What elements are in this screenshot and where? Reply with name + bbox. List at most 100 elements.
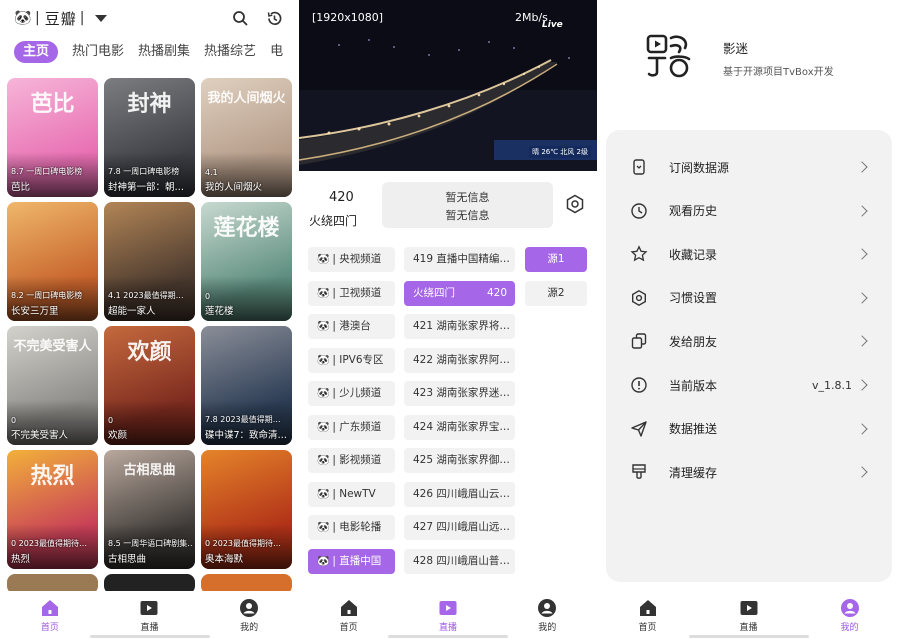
settings-item[interactable]: 收藏记录 <box>606 239 892 269</box>
nav-item-2[interactable]: 我的 <box>219 598 279 633</box>
poster-card[interactable]: 4.1 2023最值得期… 超能一家人 <box>104 202 195 321</box>
home-header: 🐼 | 豆瓣 | <box>14 6 283 30</box>
tab-3[interactable]: 热播综艺 <box>204 41 256 63</box>
tab-4[interactable]: 电 <box>270 41 283 63</box>
poster-card[interactable]: 芭比 8.7 一周口碑电影榜 芭比 <box>7 78 98 197</box>
nav-label: 首页 <box>339 622 358 633</box>
poster-card[interactable]: 古相思曲 8.5 一周华语口碑剧集… 古相思曲 <box>104 450 195 569</box>
settings-icon[interactable] <box>565 194 585 218</box>
poster-card[interactable]: 封神 7.8 一周口碑电影榜 封神第一部：朝… <box>104 78 195 197</box>
channel-item[interactable]: 427 四川峨眉山远… <box>404 515 515 540</box>
bottom-nav: 首页 直播 我的 <box>0 591 299 639</box>
group-item[interactable]: 🐼 | IPV6专区 <box>308 347 395 373</box>
hexagon-settings-icon <box>630 289 648 307</box>
poster-card[interactable]: 0 2023最值得期待… 奥本海默 <box>201 450 292 569</box>
epg-line: 暂无信息 <box>445 209 490 222</box>
chevron-right-icon <box>856 292 868 304</box>
nav-item-2[interactable]: 我的 <box>517 598 577 633</box>
app-logo-icon <box>646 34 691 78</box>
source-name[interactable]: 豆瓣 <box>45 8 77 29</box>
poster-grid: 芭比 8.7 一周口碑电影榜 芭比 封神 7.8 一周口碑电影榜 封神第一部：朝… 我的人间… <box>7 78 295 594</box>
star-icon <box>630 245 648 263</box>
separator: | <box>329 420 340 433</box>
nav-item-1[interactable]: 直播 <box>719 598 779 633</box>
poster-card[interactable]: 我的人间烟火 4.1 我的人间烟火 <box>201 78 292 197</box>
poster-card[interactable]: 8.2 一周口碑电影榜 长安三万里 <box>7 202 98 321</box>
group-item[interactable]: 🐼 | NewTV <box>308 481 395 507</box>
nav-label: 直播 <box>739 622 758 633</box>
settings-item[interactable]: 当前版本 v_1.8.1 <box>606 370 892 400</box>
poster-card[interactable]: 不完美受害人 0 不完美受害人 <box>7 326 98 445</box>
source-button[interactable]: 源1 <box>525 247 587 272</box>
weather-caption: 晴 26℃ 北风 2级 <box>529 146 591 158</box>
panda-icon: 🐼 <box>317 354 330 366</box>
channel-item[interactable]: 424 湖南张家界宝… <box>404 414 515 440</box>
tab-0[interactable]: 主页 <box>14 41 59 63</box>
video-player[interactable]: [1920x1080] 2Mb/s Live 晴 26℃ 北风 2级 <box>299 0 597 171</box>
channel-item[interactable]: 419 直播中国精编… <box>404 247 515 272</box>
settings-item[interactable]: 观看历史 <box>606 196 892 226</box>
separator: | <box>329 353 340 366</box>
app-name: 影迷 <box>723 41 749 56</box>
group-item[interactable]: 🐼 | 港澳台 <box>308 314 395 339</box>
channel-label: 428 四川峨眉山普… <box>413 554 510 567</box>
settings-item[interactable]: 清理缓存 <box>606 457 892 487</box>
group-item[interactable]: 🐼 | 直播中国 <box>308 548 395 574</box>
poster-card[interactable]: 欢颜 0 欢颜 <box>104 326 195 445</box>
tab-1[interactable]: 热门电影 <box>72 41 124 63</box>
poster-card[interactable]: 莲花楼 0 莲花楼 <box>201 202 292 321</box>
group-item[interactable]: 🐼 | 卫视频道 <box>308 280 395 306</box>
panda-icon: 🐼 <box>317 321 330 332</box>
group-item[interactable]: 🐼 | 少儿频道 <box>308 381 395 406</box>
channel-item[interactable]: 423 湖南张家界迷… <box>404 381 515 406</box>
source-button[interactable]: 源2 <box>525 280 587 306</box>
nav-item-1[interactable]: 直播 <box>418 598 478 633</box>
channel-item[interactable]: 426 四川峨眉山云… <box>404 481 515 507</box>
history-icon[interactable] <box>265 9 283 27</box>
group-label: 影视频道 <box>339 454 382 466</box>
poster-title: 我的人间烟火 <box>205 182 263 193</box>
settings-item[interactable]: 数据推送 <box>606 414 892 444</box>
poster-title: 莲花楼 <box>205 306 234 317</box>
channel-item[interactable]: 421 湖南张家界将… <box>404 314 515 339</box>
poster-title: 长安三万里 <box>11 306 59 317</box>
chevron-down-icon[interactable] <box>95 14 108 22</box>
search-icon[interactable] <box>231 9 249 27</box>
channel-item[interactable]: 425 湖南张家界御… <box>404 448 515 473</box>
nav-item-0[interactable]: 首页 <box>20 598 80 633</box>
nav-item-0[interactable]: 首页 <box>618 598 678 633</box>
settings-item[interactable]: 发给朋友 <box>606 326 892 356</box>
nav-item-2[interactable]: 我的 <box>820 598 880 633</box>
group-item[interactable]: 🐼 | 央视频道 <box>308 247 395 272</box>
poster-title: 奥本海默 <box>205 554 244 565</box>
group-label: 广东频道 <box>339 420 382 433</box>
subscription-icon <box>630 158 648 176</box>
group-item[interactable]: 🐼 | 影视频道 <box>308 448 395 473</box>
separator: | <box>329 554 340 567</box>
settings-item[interactable]: 习惯设置 <box>606 283 892 313</box>
nav-item-0[interactable]: 首页 <box>319 598 379 633</box>
info-icon <box>630 376 648 394</box>
poster-card[interactable]: 7.8 2023最值得期… 碟中谍7：致命清… <box>201 326 292 445</box>
settings-item[interactable]: 订阅数据源 <box>606 152 892 182</box>
chevron-right-icon <box>856 335 868 348</box>
chevron-right-icon <box>856 248 868 260</box>
poster-card[interactable]: 热烈 0 2023最值得期待… 热烈 <box>7 450 98 569</box>
channel-label: 419 直播中国精编… <box>413 253 510 265</box>
group-item[interactable]: 🐼 | 广东频道 <box>308 414 395 440</box>
group-item[interactable]: 🐼 | 电影轮播 <box>308 515 395 540</box>
panda-icon: 🐼 <box>14 10 32 26</box>
nav-label: 我的 <box>840 622 859 633</box>
send-icon <box>630 420 648 438</box>
separator: | <box>329 387 340 399</box>
tab-2[interactable]: 热播剧集 <box>138 41 190 63</box>
channel-item[interactable]: 422 湖南张家界阿… <box>404 347 515 373</box>
group-label: 央视频道 <box>339 253 382 265</box>
group-label: 直播中国 <box>339 554 382 567</box>
group-label: 卫视频道 <box>339 286 382 299</box>
channel-item[interactable]: 428 四川峨眉山普… <box>404 548 515 574</box>
group-label: 少儿频道 <box>339 387 382 399</box>
nav-item-1[interactable]: 直播 <box>119 598 179 633</box>
play-icon <box>740 600 757 615</box>
channel-item[interactable]: 火绕四门 420 <box>404 280 515 306</box>
